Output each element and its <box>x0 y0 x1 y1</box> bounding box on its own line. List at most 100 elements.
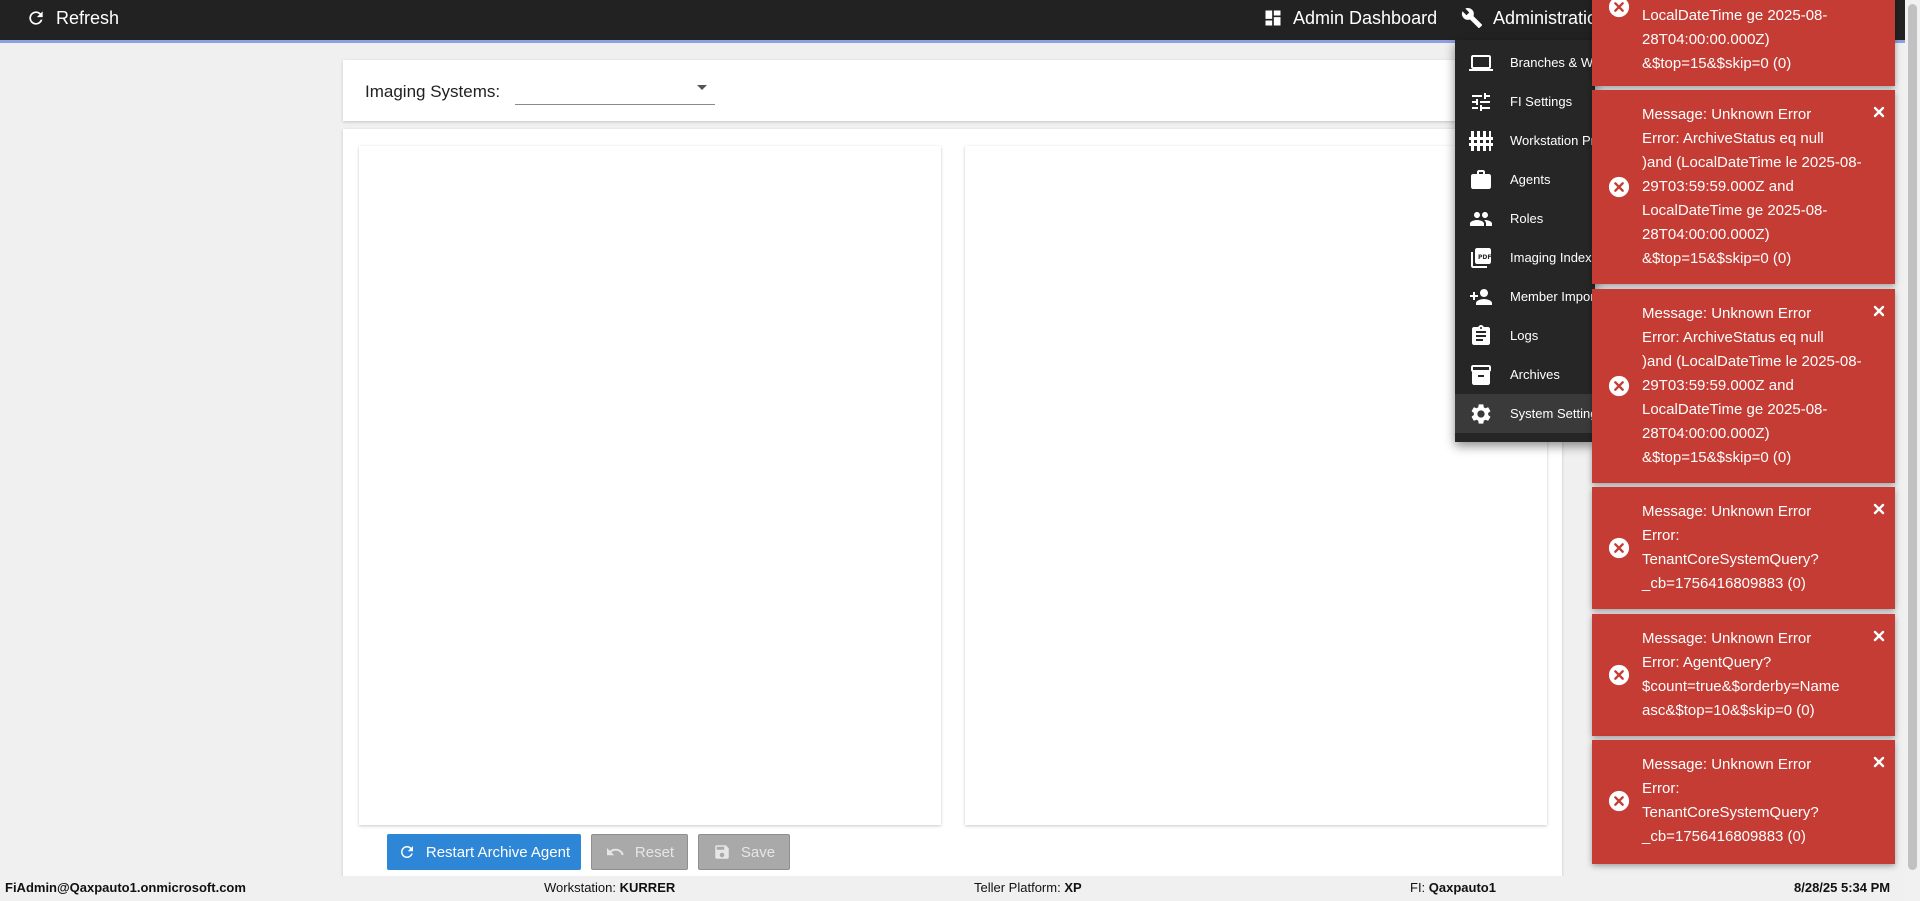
toast-line: 28T04:00:00.000Z) <box>1642 425 1770 442</box>
save-label: Save <box>740 843 776 861</box>
menu-item-label: FI Settings <box>1510 94 1573 109</box>
admin-dashboard-label: Admin Dashboard <box>1293 7 1438 28</box>
footer-datetime: 8/28/25 5:34 PM <box>1794 880 1891 895</box>
error-icon <box>1608 537 1630 559</box>
menu-item-label: Member Impor <box>1510 289 1595 304</box>
dashboard-icon <box>1263 8 1283 28</box>
toast-line: &$top=15&$skip=0 (0) <box>1642 55 1792 72</box>
toast-line: TenantCoreSystemQuery? <box>1642 551 1819 568</box>
toast-line: _cb=1756416809883 (0) <box>1642 575 1806 592</box>
toast-line: Error: <box>1642 780 1680 797</box>
save-icon <box>713 843 731 861</box>
toast-line: Error: ArchiveStatus eq null <box>1642 130 1824 147</box>
reset-button[interactable]: Reset <box>591 834 688 870</box>
gear-icon <box>1469 402 1493 426</box>
left-panel <box>359 146 941 825</box>
menu-item-logs[interactable]: Logs <box>1455 316 1595 355</box>
menu-item-label: Logs <box>1510 328 1539 343</box>
error-icon <box>1608 375 1630 397</box>
footer-workstation: Workstation: KURRER <box>544 880 676 895</box>
menu-item-label: Roles <box>1510 211 1544 226</box>
menu-item-label: Agents <box>1510 172 1551 187</box>
toast-line: LocalDateTime ge 2025-08- <box>1642 401 1828 418</box>
reset-label: Reset <box>634 843 675 861</box>
admin-dashboard-button[interactable]: Admin Dashboard <box>1263 0 1437 36</box>
person-add-icon <box>1469 285 1493 309</box>
menu-item-label: Workstation Pr <box>1510 133 1595 148</box>
error-toast: Message: Unknown Error Error: ArchiveSta… <box>1592 90 1895 284</box>
error-toast: Message: Unknown Error Error: TenantCore… <box>1592 740 1895 864</box>
error-toast: LocalDateTime ge 2025-08- 28T04:00:00.00… <box>1592 0 1895 86</box>
toast-line: LocalDateTime ge 2025-08- <box>1642 7 1828 24</box>
administration-dropdown: Branches & W FI Settings Workstation Pr … <box>1455 40 1595 442</box>
menu-item-system-settings[interactable]: System Setting <box>1455 394 1595 433</box>
filter-card: Imaging Systems: <box>343 60 1562 121</box>
administration-menu-button[interactable]: Administration <box>1461 0 1607 36</box>
error-icon <box>1608 790 1630 812</box>
briefcase-icon <box>1469 168 1493 192</box>
sliders-icon <box>1469 90 1493 114</box>
menu-item-label: Branches & W <box>1510 55 1594 70</box>
restart-archive-agent-button[interactable]: Restart Archive Agent <box>387 834 581 870</box>
refresh-button[interactable]: Refresh <box>26 0 119 36</box>
people-icon <box>1469 207 1493 231</box>
footer-teller-platform: Teller Platform: XP <box>974 880 1082 895</box>
toast-line: 28T04:00:00.000Z) <box>1642 226 1770 243</box>
toast-line: 28T04:00:00.000Z) <box>1642 31 1770 48</box>
toast-line: Error: AgentQuery? <box>1642 654 1772 671</box>
error-toast: Message: Unknown Error Error: ArchiveSta… <box>1592 289 1895 483</box>
menu-item-label: System Setting <box>1510 406 1595 421</box>
error-toast: Message: Unknown Error Error: AgentQuery… <box>1592 614 1895 736</box>
menu-item-fi-settings[interactable]: FI Settings <box>1455 82 1595 121</box>
administration-label: Administration <box>1493 7 1608 28</box>
refresh-icon <box>398 843 416 861</box>
toast-line: Error: ArchiveStatus eq null <box>1642 329 1824 346</box>
clipboard-icon <box>1469 324 1493 348</box>
scrollbar-thumb[interactable] <box>1908 4 1917 870</box>
status-bar: FiAdmin@Qaxpauto1.onmicrosoft.com Workst… <box>0 876 1905 901</box>
menu-item-roles[interactable]: Roles <box>1455 199 1595 238</box>
error-icon <box>1608 664 1630 686</box>
toast-line: Message: Unknown Error <box>1642 630 1812 647</box>
refresh-icon <box>26 8 46 28</box>
toast-line: _cb=1756416809883 (0) <box>1642 828 1806 845</box>
wrench-icon <box>1461 7 1483 29</box>
menu-item-branches[interactable]: Branches & W <box>1455 43 1595 82</box>
laptop-icon <box>1469 51 1493 75</box>
toast-line: Error: <box>1642 527 1680 544</box>
toast-line: asc&$top=10&$skip=0 (0) <box>1642 702 1815 719</box>
footer-user: FiAdmin@Qaxpauto1.onmicrosoft.com <box>5 880 246 895</box>
menu-item-member-import[interactable]: Member Impor <box>1455 277 1595 316</box>
toast-line: Message: Unknown Error <box>1642 756 1812 773</box>
toast-line: )and (LocalDateTime le 2025-08- <box>1642 353 1862 370</box>
menu-item-label: Imaging Index <box>1510 250 1592 265</box>
imaging-systems-select[interactable] <box>515 80 715 105</box>
toast-line: Message: Unknown Error <box>1642 305 1812 322</box>
undo-icon <box>605 844 625 860</box>
error-toast: Message: Unknown Error Error: TenantCore… <box>1592 487 1895 609</box>
error-icon <box>1608 0 1630 18</box>
toast-line: &$top=15&$skip=0 (0) <box>1642 449 1792 466</box>
menu-item-agents[interactable]: Agents <box>1455 160 1595 199</box>
toast-line: 29T03:59:59.000Z and <box>1642 178 1794 195</box>
toast-line: $count=true&$orderby=Name <box>1642 678 1840 695</box>
page-scrollbar[interactable] <box>1905 0 1920 901</box>
footer-fi: FI: Qaxpauto1 <box>1410 880 1496 895</box>
imaging-systems-label: Imaging Systems: <box>365 82 501 101</box>
toast-line: )and (LocalDateTime le 2025-08- <box>1642 154 1862 171</box>
chevron-down-icon <box>695 83 709 93</box>
workstation-profiles-icon <box>1469 129 1493 153</box>
restart-archive-agent-label: Restart Archive Agent <box>425 843 571 861</box>
menu-item-imaging-index[interactable]: PDF Imaging Index <box>1455 238 1595 277</box>
menu-item-workstation-profiles[interactable]: Workstation Pr <box>1455 121 1595 160</box>
toast-line: 29T03:59:59.000Z and <box>1642 377 1794 394</box>
toast-line: TenantCoreSystemQuery? <box>1642 804 1819 821</box>
save-button[interactable]: Save <box>698 834 790 870</box>
error-icon <box>1608 176 1630 198</box>
menu-item-archives[interactable]: Archives <box>1455 355 1595 394</box>
toast-line: LocalDateTime ge 2025-08- <box>1642 202 1828 219</box>
pdf-icon: PDF <box>1469 246 1493 270</box>
toast-line: Message: Unknown Error <box>1642 503 1812 520</box>
menu-item-label: Archives <box>1510 367 1560 382</box>
refresh-label: Refresh <box>56 7 120 28</box>
